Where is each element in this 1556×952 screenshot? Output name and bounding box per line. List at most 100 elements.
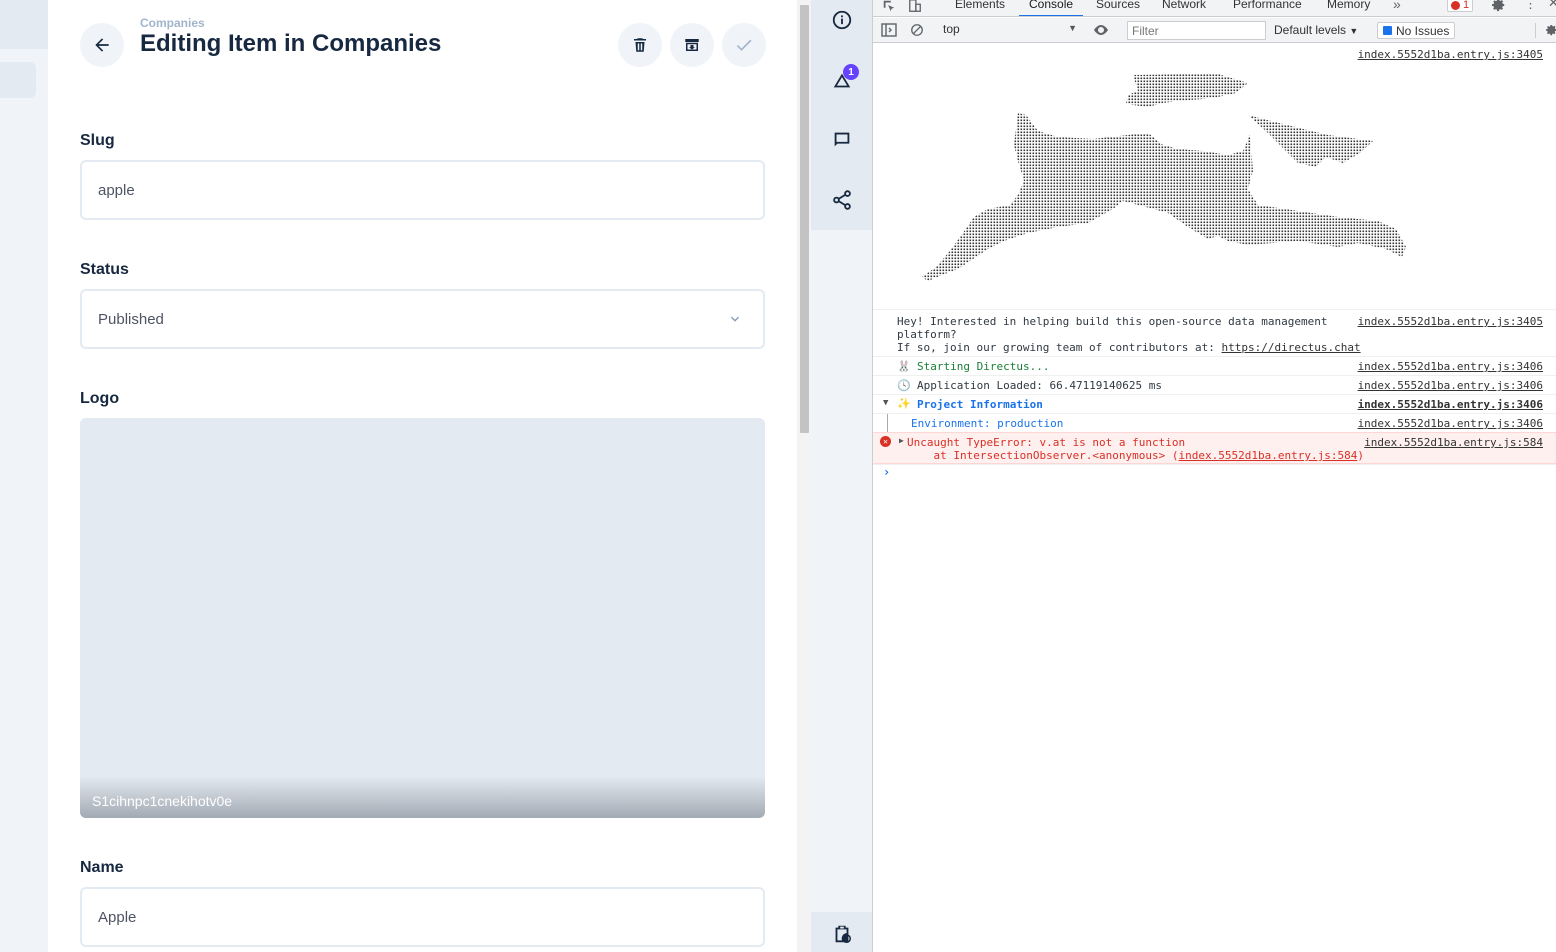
group-indent-line <box>887 414 888 433</box>
nav-item-active[interactable] <box>0 62 36 98</box>
share-icon <box>833 190 851 210</box>
breadcrumb[interactable]: Companies <box>140 16 205 30</box>
device-toolbar-icon[interactable] <box>908 0 922 13</box>
console-prompt-icon[interactable]: › <box>883 465 890 479</box>
rabbit-emoji-icon: 🐰 <box>897 360 911 373</box>
source-link[interactable]: index.5552d1ba.entry.js:584 <box>1364 436 1543 449</box>
source-link[interactable]: index.5552d1ba.entry.js:3406 <box>1358 417 1543 430</box>
clipboard-history-icon[interactable] <box>831 922 853 946</box>
nav-header <box>0 0 48 49</box>
context-select[interactable]: top ▼ <box>943 22 1077 39</box>
clear-console-icon[interactable] <box>910 23 924 37</box>
share-button[interactable] <box>829 187 855 213</box>
tab-performance[interactable]: Performance <box>1233 0 1302 16</box>
more-tabs-icon[interactable]: » <box>1393 0 1401 12</box>
tab-console[interactable]: Console <box>1019 0 1084 16</box>
error-message: Uncaught TypeError: v.at is not a functi… <box>907 436 1364 462</box>
row-divider <box>873 464 1556 465</box>
scrollbar-thumb[interactable] <box>800 5 809 433</box>
revisions-badge: 1 <box>843 64 859 80</box>
source-link[interactable]: index.5552d1ba.entry.js:3406 <box>1358 379 1543 392</box>
console-settings-gear-icon[interactable] <box>1546 23 1556 37</box>
item-editor: Companies Editing Item in Companies Slug… <box>48 0 797 952</box>
error-x-icon: ✕ <box>880 436 891 447</box>
error-count-badge[interactable]: 1 <box>1447 0 1474 12</box>
console-filter-input[interactable]: Filter <box>1127 21 1266 40</box>
ascii-rabbit-art <box>922 74 1406 281</box>
error-count: 1 <box>1463 0 1470 11</box>
logo-label: Logo <box>80 390 120 407</box>
console-log-row: 🐰 Starting Directus... index.5552d1ba.en… <box>873 356 1556 375</box>
devtools-panel: Elements Console Sources Network Perform… <box>872 0 1556 952</box>
page-title: Editing Item in Companies <box>140 30 442 57</box>
log-message: Application Loaded: 66.47119140625 ms <box>917 379 1163 392</box>
expand-triangle-icon[interactable]: ▼ <box>883 398 888 408</box>
info-icon <box>832 10 852 30</box>
log-levels-dropdown[interactable]: Default levels ▼ <box>1274 23 1358 37</box>
issues-button[interactable]: No Issues <box>1377 22 1456 39</box>
directus-chat-link[interactable]: https://directus.chat <box>1222 341 1361 354</box>
toolbar-divider <box>1535 23 1536 38</box>
source-link[interactable]: index.5552d1ba.entry.js:3406 <box>1358 398 1543 411</box>
context-value: top <box>943 22 960 36</box>
archive-icon <box>685 39 699 51</box>
name-label: Name <box>80 859 124 876</box>
sparkles-emoji-icon: ✨ <box>897 397 911 410</box>
error-stack-link[interactable]: index.5552d1ba.entry.js:584 <box>1179 449 1358 462</box>
inspect-icon[interactable] <box>882 0 896 13</box>
slug-input[interactable]: apple <box>80 160 765 220</box>
log-message: Hey! Interested in helping build this op… <box>897 315 1361 354</box>
logo-filename: S1cihnpc1cnekihotv0e <box>92 793 233 809</box>
console-output: index.5552d1ba.entry.js:3405 Hey! Intere… <box>873 44 1556 952</box>
log-levels-label: Default levels <box>1274 23 1347 37</box>
error-icon <box>1451 0 1460 10</box>
tab-memory[interactable]: Memory <box>1327 0 1370 16</box>
devtools-tabbar: Elements Console Sources Network Perform… <box>873 0 1556 17</box>
live-expression-eye-icon[interactable] <box>1093 24 1109 36</box>
settings-gear-icon[interactable] <box>1492 0 1506 12</box>
status-label: Status <box>80 261 129 278</box>
check-icon <box>736 39 752 51</box>
source-link[interactable]: index.5552d1ba.entry.js:3405 <box>1358 315 1543 328</box>
back-button[interactable] <box>80 23 124 67</box>
logo-image-field[interactable]: S1cihnpc1cnekihotv0e <box>80 418 765 818</box>
name-input[interactable]: Apple <box>80 887 765 947</box>
tab-network[interactable]: Network <box>1162 0 1206 16</box>
slug-label: Slug <box>80 132 115 149</box>
source-link[interactable]: index.5552d1ba.entry.js:3406 <box>1358 360 1543 373</box>
dropdown-arrow-icon: ▼ <box>1068 23 1077 33</box>
name-value: Apple <box>98 908 137 926</box>
clock-emoji-icon: 🕓 <box>897 379 911 392</box>
status-value: Published <box>98 310 164 328</box>
sidebar-bottom <box>811 912 872 952</box>
sidebar-toggle-icon[interactable] <box>881 23 897 37</box>
close-devtools-icon[interactable]: ✕ <box>1548 0 1556 11</box>
delete-button[interactable] <box>618 23 662 67</box>
status-select[interactable]: Published <box>80 289 765 349</box>
module-nav <box>0 0 48 952</box>
tab-elements[interactable]: Elements <box>955 0 1005 16</box>
tab-sources[interactable]: Sources <box>1096 0 1140 16</box>
error-line: at IntersectionObserver.<anonymous> ( <box>907 449 1179 462</box>
log-line: platform? <box>897 328 957 341</box>
archive-button[interactable] <box>670 23 714 67</box>
chevron-down-icon <box>731 316 739 322</box>
filter-placeholder: Filter <box>1132 23 1159 38</box>
slug-value: apple <box>98 181 135 199</box>
console-log-row: Hey! Interested in helping build this op… <box>873 309 1556 355</box>
console-error-row: ✕ ▶ Uncaught TypeError: v.at is not a fu… <box>873 432 1556 464</box>
console-group-row[interactable]: ▼ ✨ Project Information index.5552d1ba.e… <box>873 394 1556 413</box>
console-log-row: Environment: production index.5552d1ba.e… <box>873 413 1556 433</box>
console-log-row: 🕓 Application Loaded: 66.47119140625 ms … <box>873 375 1556 394</box>
info-button[interactable] <box>829 7 855 33</box>
more-options-icon[interactable]: ⋮ <box>1524 0 1537 12</box>
expand-triangle-icon[interactable]: ▶ <box>899 436 904 445</box>
trash-icon <box>634 38 646 52</box>
comment-icon <box>834 132 850 147</box>
issues-label: No Issues <box>1396 23 1450 38</box>
issues-icon <box>1383 26 1392 35</box>
source-link[interactable]: index.5552d1ba.entry.js:3405 <box>1358 48 1543 61</box>
save-button[interactable] <box>722 23 766 67</box>
comments-button[interactable] <box>829 127 855 153</box>
log-line: If so, join our growing team of contribu… <box>897 341 1222 354</box>
